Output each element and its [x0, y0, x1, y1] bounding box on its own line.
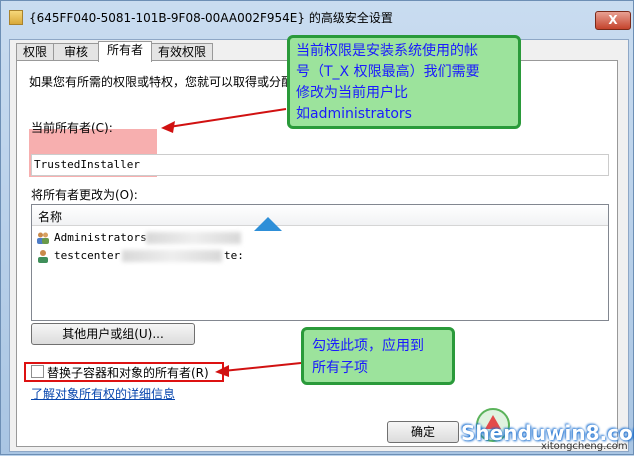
arrow-head-top	[161, 121, 175, 133]
callout-line: 所有子项	[312, 360, 368, 376]
callout-line: 修改为当前用户比	[296, 85, 408, 101]
arrow-to-checkbox	[222, 362, 302, 372]
tab-owner[interactable]: 所有者	[98, 41, 152, 62]
arrow-head-bottom	[215, 365, 229, 377]
callout-line: 号（T_X 权限最高）我们需要	[296, 64, 480, 80]
callout-owner-note: 当前权限是安装系统使用的帐 号（T_X 权限最高）我们需要 修改为当前用户比 如…	[287, 35, 521, 129]
site-watermark: Shenduwin8.com xitongcheng.com	[461, 405, 634, 453]
callout-checkbox-note: 勾选此项，应用到 所有子项	[301, 327, 455, 385]
watermark-subtext: xitongcheng.com	[541, 441, 628, 452]
arrow-to-current-owner	[168, 108, 287, 128]
callout-line: 当前权限是安装系统使用的帐	[296, 43, 478, 59]
callout-line: 勾选此项，应用到	[312, 338, 424, 354]
callout-line: 如administrators	[296, 106, 412, 122]
security-settings-window: {645FF040-5081-101B-9F08-00AA002F954E} 的…	[0, 0, 634, 455]
